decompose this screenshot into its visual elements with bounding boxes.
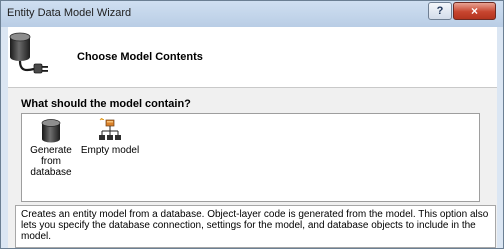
page-title: Choose Model Contents [77, 51, 203, 63]
wizard-window: Entity Data Model Wizard ? × Choose Mode… [0, 0, 504, 249]
item-label-line-3: database [30, 167, 72, 178]
contents-question-label: What should the model contain? [21, 98, 191, 110]
database-plug-icon [9, 32, 48, 74]
window-title: Entity Data Model Wizard [7, 7, 132, 19]
model-contents-list[interactable]: Generate from database Empty model [21, 113, 480, 202]
item-label: Empty model [80, 145, 140, 156]
help-button[interactable]: ? [428, 2, 452, 20]
wizard-header: Choose Model Contents [8, 27, 497, 88]
database-icon [41, 119, 61, 143]
list-item-empty-model[interactable]: Empty model [80, 114, 140, 156]
close-button[interactable]: × [453, 2, 496, 20]
wizard-client-area: Choose Model Contents What should the mo… [8, 27, 497, 248]
entity-hierarchy-icon [99, 118, 121, 140]
list-item-generate-from-database[interactable]: Generate from database [26, 114, 76, 178]
title-bar[interactable]: Entity Data Model Wizard ? × [1, 1, 503, 27]
item-label-line-1: Generate [30, 145, 72, 156]
option-description: Creates an entity model from a database.… [15, 205, 496, 248]
item-label-line-2: from [41, 156, 61, 167]
